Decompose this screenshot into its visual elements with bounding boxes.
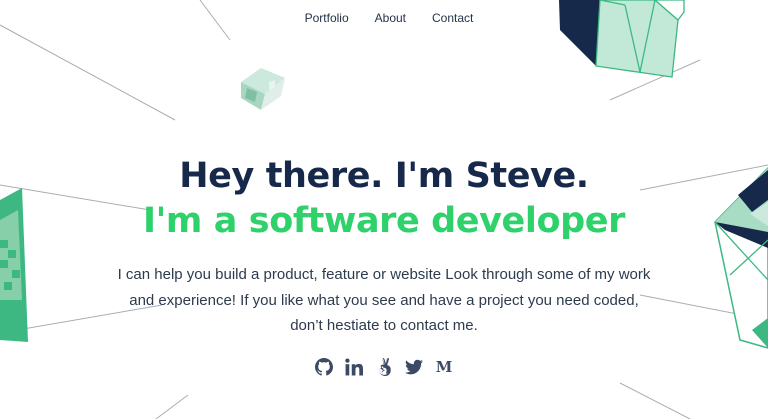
- angellist-link[interactable]: [374, 355, 394, 379]
- nav-contact-link[interactable]: Contact: [432, 11, 473, 25]
- linkedin-icon: [345, 358, 363, 376]
- medium-icon: M: [435, 358, 453, 376]
- twitter-link[interactable]: [404, 355, 424, 379]
- cube-shape: [241, 68, 285, 110]
- linkedin-link[interactable]: [344, 355, 364, 379]
- hero-title: Hey there. I'm Steve.: [179, 156, 589, 196]
- hero-subtitle: I'm a software developer: [142, 201, 625, 241]
- social-links: M: [0, 355, 768, 379]
- github-icon: [315, 358, 333, 376]
- angellist-icon: [379, 358, 391, 376]
- nav-about-link[interactable]: About: [375, 11, 406, 25]
- hero-description: I can help you build a product, feature …: [117, 266, 651, 334]
- twitter-icon: [405, 359, 423, 375]
- medium-link[interactable]: M: [434, 355, 454, 379]
- github-link[interactable]: [314, 355, 334, 379]
- top-nav: Portfolio About Contact: [0, 11, 768, 25]
- nav-portfolio-link[interactable]: Portfolio: [305, 11, 349, 25]
